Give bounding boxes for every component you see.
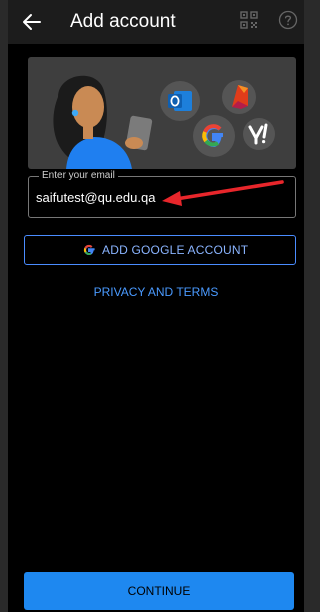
- office-icon: [222, 80, 256, 114]
- hero-illustration: [28, 57, 296, 169]
- earring-shape: [71, 109, 79, 117]
- back-arrow-icon[interactable]: [20, 10, 44, 34]
- phone-screen: Add account Enter your email saifutest@q…: [8, 0, 304, 612]
- hand-shape: [125, 137, 143, 149]
- app-header: Add account: [8, 0, 304, 44]
- face-shape: [72, 86, 104, 128]
- page-title: Add account: [70, 11, 176, 32]
- hero-art: [53, 75, 275, 169]
- neck-shape: [83, 123, 93, 139]
- google-icon: [193, 115, 235, 157]
- google-g-icon: [83, 244, 95, 256]
- email-field-label: Enter your email: [39, 169, 118, 183]
- add-google-account-button[interactable]: ADD GOOGLE ACCOUNT: [24, 235, 296, 265]
- privacy-and-terms-link[interactable]: PRIVACY AND TERMS: [8, 285, 304, 299]
- annotation-arrow-icon: [162, 180, 284, 206]
- email-field-value[interactable]: saifutest@qu.edu.qa: [36, 190, 155, 206]
- help-icon[interactable]: [278, 10, 298, 30]
- outlook-icon: [160, 81, 200, 121]
- continue-label: CONTINUE: [127, 584, 191, 598]
- add-google-account-label: ADD GOOGLE ACCOUNT: [102, 243, 249, 257]
- yahoo-icon: [243, 118, 275, 150]
- qr-code-icon[interactable]: [240, 11, 258, 29]
- continue-button[interactable]: CONTINUE: [24, 572, 294, 610]
